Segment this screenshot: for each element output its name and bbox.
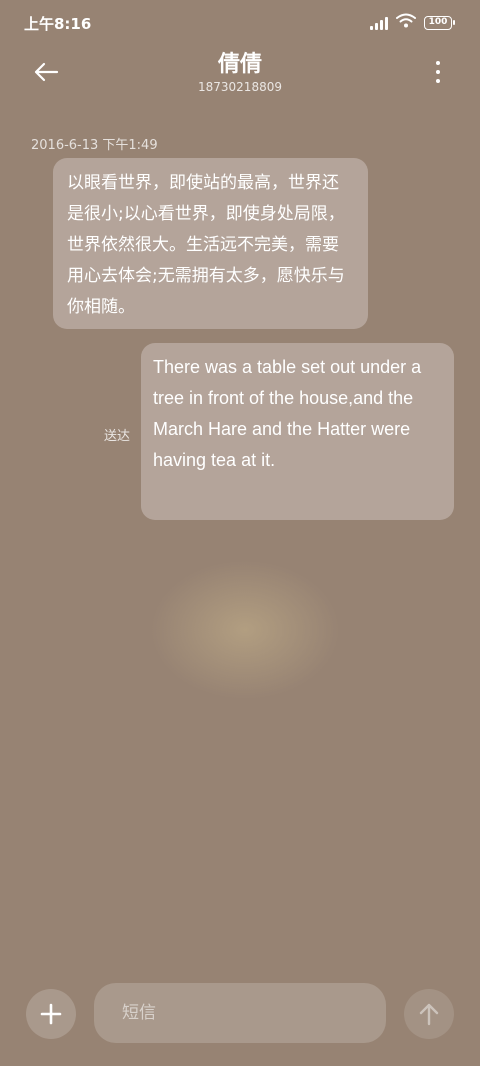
wifi-icon	[396, 13, 416, 32]
delivery-status: 送达	[104, 429, 131, 444]
contact-number: 18730218809	[198, 80, 282, 94]
send-button[interactable]	[404, 989, 454, 1039]
contact-name: 倩倩	[217, 52, 262, 77]
status-bar: 上午8:16 100	[0, 0, 480, 44]
message-timestamp: 2016-6-13 下午1:49	[31, 138, 158, 153]
contact-title: 倩倩 18730218809	[0, 46, 480, 94]
plus-icon	[40, 1003, 62, 1025]
incoming-message-bubble[interactable]: 以眼看世界，即使站的最高，世界还是很小;以心看世界，即使身处局限，世界依然很大。…	[53, 158, 368, 329]
signal-icon	[370, 16, 388, 30]
arrow-up-icon	[419, 1003, 439, 1026]
add-attachment-button[interactable]	[26, 989, 76, 1039]
background-glow	[150, 560, 340, 700]
conversation-header: 倩倩 18730218809	[0, 44, 480, 104]
message-input[interactable]	[94, 983, 386, 1043]
status-icons: 100	[370, 13, 455, 32]
more-vertical-icon	[436, 61, 440, 65]
outgoing-message-bubble[interactable]: There was a table set out under a tree i…	[141, 343, 454, 520]
status-time: 上午8:16	[24, 15, 92, 33]
battery-icon: 100	[424, 15, 455, 30]
more-options-button[interactable]	[430, 58, 446, 86]
